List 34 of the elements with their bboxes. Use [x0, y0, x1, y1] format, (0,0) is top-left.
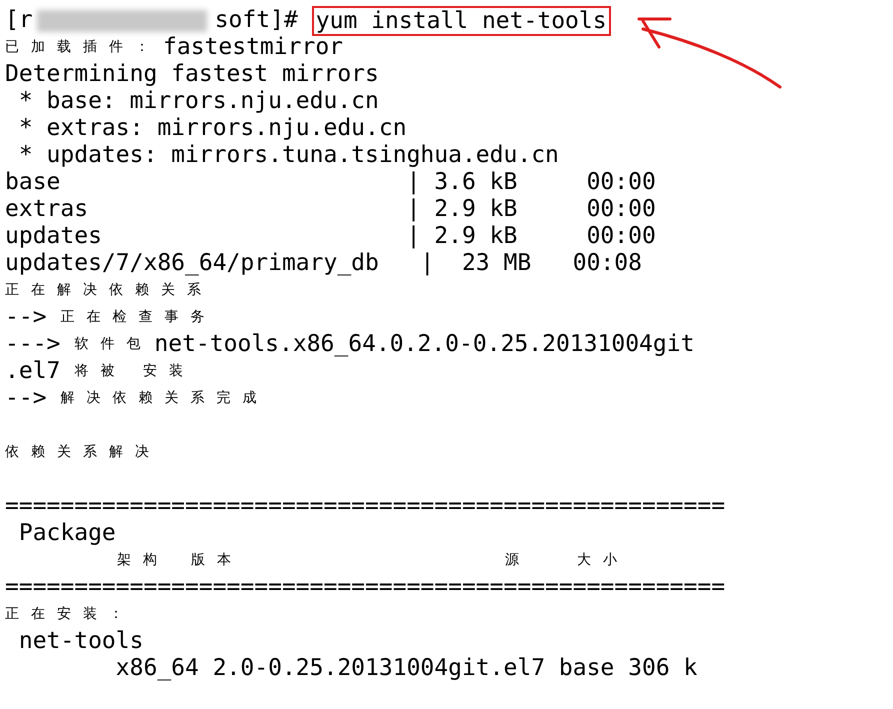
prompt-text: soft]#	[214, 7, 298, 34]
output-text: * base: mirrors.nju.edu.cn	[18, 88, 379, 115]
output-text: x86_64 2.0-0.25.20131004git.el7 base 306 k	[114, 655, 698, 682]
command-text: yum install net-tools	[312, 6, 611, 36]
output-text: 已加载插件：	[5, 38, 161, 57]
output-text: fastestmirror	[163, 34, 344, 61]
output-text: -->	[5, 304, 47, 331]
output-text: Determining fastest mirrors	[5, 61, 379, 88]
output-text: 正在安装：	[5, 605, 135, 624]
column-heading: 大小	[577, 551, 629, 570]
output-text: --->	[5, 331, 60, 358]
output-text: 正在检查事务	[60, 308, 217, 327]
column-heading: 源	[505, 551, 531, 570]
output-text: 解决依赖关系完成	[60, 389, 269, 408]
output-text: -->	[5, 385, 47, 412]
output-text: ====================================================	[5, 574, 726, 601]
column-heading: 版本	[191, 551, 243, 570]
output-text: net-tools.x86_64.0.2.0-0.25.20131004git	[154, 331, 694, 358]
output-text: ====================================================	[5, 493, 726, 520]
output-text: * updates: mirrors.tuna.tsinghua.edu.cn	[18, 142, 559, 169]
output-text: Package	[18, 520, 116, 547]
output-text: base | 3.6 kB 00:00	[5, 169, 656, 196]
output-text: 将被 安装	[74, 362, 195, 381]
output-text: 依赖关系解决	[5, 443, 161, 462]
output-text: updates | 2.9 kB 00:00	[5, 223, 656, 250]
output-text: extras | 2.9 kB 00:00	[5, 196, 656, 223]
output-text: updates/7/x86_64/primary_db | 23 MB 00:08	[5, 250, 642, 277]
output-text: net-tools	[18, 628, 144, 655]
output-text: .el7	[5, 358, 60, 385]
output-text: * extras: mirrors.nju.edu.cn	[18, 115, 407, 142]
column-heading: 架构	[117, 551, 169, 570]
output-text: 软件包	[74, 335, 152, 354]
prompt-text: [r	[5, 7, 33, 34]
output-text: 正在解决依赖关系	[5, 281, 213, 300]
